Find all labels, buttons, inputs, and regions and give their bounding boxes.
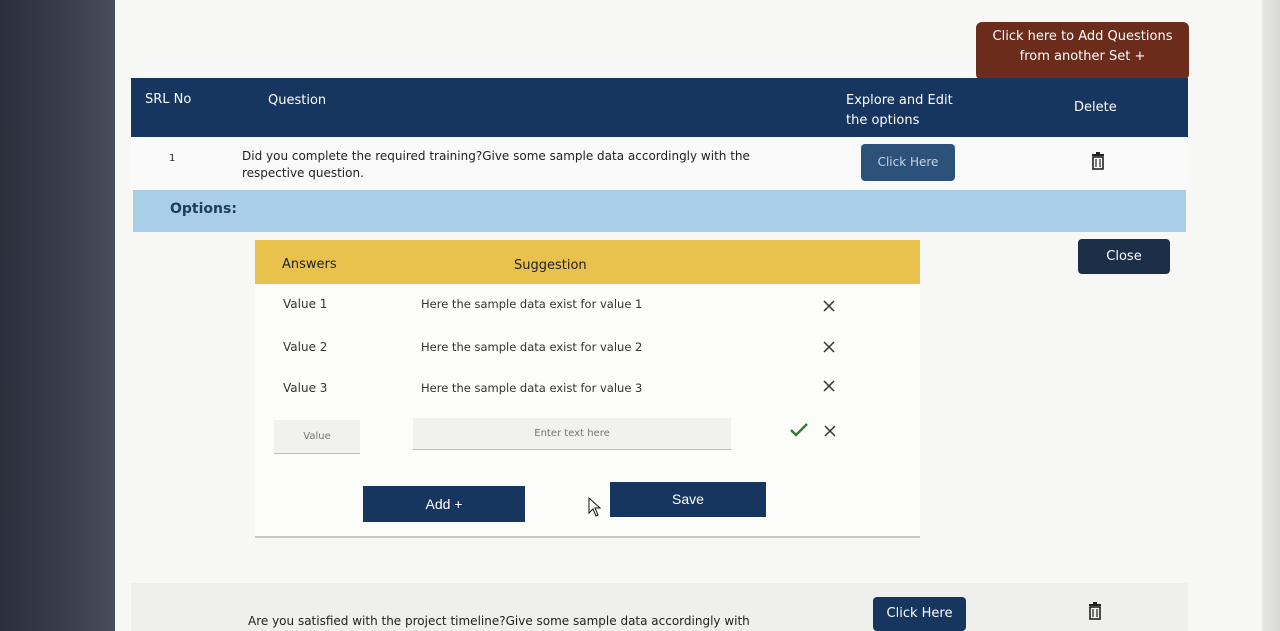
questions-table-header: SRL No Question Explore and Edit the opt… (131, 78, 1188, 137)
row-number: 1 (169, 153, 176, 164)
cancel-new-option-icon[interactable] (823, 424, 837, 438)
trash-icon[interactable] (1091, 152, 1105, 170)
options-bar: Options: (133, 190, 1186, 232)
close-options-button[interactable]: Close (1078, 239, 1170, 274)
new-value-input[interactable] (274, 420, 360, 454)
options-panel: Answers Suggestion Value 1 Here the samp… (255, 240, 920, 538)
header-suggestion: Suggestion (514, 258, 587, 273)
remove-option-icon[interactable] (822, 379, 836, 393)
header-explore-line1: Explore and Edit (846, 93, 953, 108)
table-row: 1 Did you complete the required training… (131, 137, 1188, 190)
mouse-cursor-icon (588, 497, 602, 517)
option-value: Value 2 (283, 340, 328, 354)
remove-option-icon[interactable] (822, 340, 836, 354)
save-options-button[interactable]: Save (610, 482, 766, 517)
options-label: Options: (170, 201, 237, 217)
monitor-bezel-right (1262, 0, 1280, 631)
explore-options-button[interactable]: Click Here (873, 597, 966, 631)
option-suggestion: Here the sample data exist for value 2 (421, 340, 643, 354)
add-option-button[interactable]: Add + (363, 486, 525, 522)
header-answers: Answers (282, 257, 337, 272)
options-table-header: Answers Suggestion (255, 240, 920, 284)
confirm-check-icon[interactable] (790, 423, 808, 437)
trash-icon[interactable] (1088, 602, 1102, 620)
add-questions-from-set-button[interactable]: Click here to Add Questions from another… (976, 22, 1189, 80)
remove-option-icon[interactable] (822, 299, 836, 313)
row-question-text: Did you complete the required training?G… (242, 149, 750, 180)
add-questions-label-line1: Click here to Add Questions (992, 29, 1173, 44)
table-row: Are you satisfied with the project timel… (131, 583, 1188, 631)
explore-options-button[interactable]: Click Here (861, 144, 955, 181)
header-explore-edit: Explore and Edit the options (846, 91, 953, 131)
option-suggestion: Here the sample data exist for value 3 (421, 381, 643, 395)
option-value: Value 3 (283, 381, 328, 395)
row-question-text: Are you satisfied with the project timel… (248, 614, 750, 628)
header-delete: Delete (1074, 100, 1117, 115)
option-suggestion: Here the sample data exist for value 1 (421, 297, 643, 311)
monitor-bezel (0, 0, 115, 631)
option-value: Value 1 (283, 297, 328, 311)
header-question: Question (268, 93, 327, 108)
header-explore-line2: the options (846, 113, 920, 128)
new-suggestion-input[interactable] (413, 418, 731, 450)
add-questions-label-line2: from another Set + (1019, 49, 1146, 64)
header-srl-no: SRL No (145, 92, 192, 107)
